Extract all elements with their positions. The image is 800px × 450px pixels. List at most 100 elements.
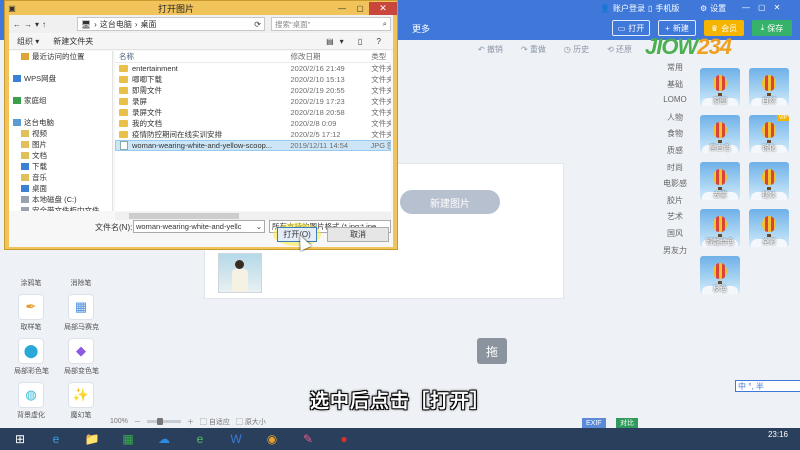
- nav-item-12[interactable]: 音乐: [9, 172, 112, 183]
- breadcrumb-this-pc[interactable]: 这台电脑: [100, 19, 132, 30]
- zoom-in-icon[interactable]: ＋: [187, 417, 194, 427]
- fit-button[interactable]: ▢ 自适应: [200, 417, 230, 427]
- actual-size-button[interactable]: ▢ 原大小: [236, 417, 266, 427]
- organize-menu[interactable]: 组织 ▾: [17, 36, 39, 47]
- tool-3[interactable]: ✒ 取样笔: [14, 294, 48, 334]
- filter-thumb-4[interactable]: VIP 锐化: [749, 115, 789, 163]
- tool-5[interactable]: ⬤ 局部彩色笔: [14, 338, 49, 378]
- taskbar-app-7[interactable]: W: [224, 430, 248, 448]
- nav-item-1[interactable]: 最近访问的位置: [9, 51, 112, 62]
- nav-item-5[interactable]: 家庭组: [9, 95, 112, 106]
- taskbar-app-1[interactable]: ⊞: [8, 430, 32, 448]
- breadcrumb-desktop[interactable]: 桌面: [141, 19, 157, 30]
- settings-link[interactable]: ⚙ 设置: [700, 3, 726, 14]
- scrollbar-thumb[interactable]: [129, 213, 239, 219]
- zoom-out-icon[interactable]: －: [134, 417, 141, 427]
- filter-category-12[interactable]: 男友力: [655, 245, 695, 256]
- nav-item-13[interactable]: 桌面: [9, 183, 112, 194]
- nav-item-15[interactable]: 安全带文件柜中文件: [9, 205, 112, 211]
- filter-category-3[interactable]: LOMO: [655, 95, 695, 104]
- search-input[interactable]: 搜索"桌面" ⌕: [271, 17, 391, 31]
- history-button[interactable]: ◷ 历史: [564, 44, 589, 55]
- chevron-down-icon[interactable]: ⌄: [254, 222, 264, 231]
- nav-item-7[interactable]: 这台电脑: [9, 117, 112, 128]
- new-image-button[interactable]: 新建图片: [400, 190, 500, 214]
- taskbar-app-10[interactable]: ●: [332, 430, 356, 448]
- new-folder-button[interactable]: 新建文件夹: [53, 36, 93, 47]
- filter-thumb-2[interactable]: 自然: [749, 68, 789, 116]
- mobile-link[interactable]: ▯ 手机版: [648, 3, 679, 14]
- cancel-button[interactable]: 取消: [327, 227, 389, 242]
- filter-category-4[interactable]: 人物: [655, 112, 695, 123]
- filter-thumb-3[interactable]: 黑白色: [700, 115, 740, 163]
- column-name[interactable]: 名称: [115, 51, 290, 62]
- more-menu[interactable]: 更多: [412, 22, 430, 35]
- save-button[interactable]: ⤓ 保存: [752, 20, 792, 36]
- file-row-1[interactable]: entertainment 2020/2/16 21:49 文件夹: [115, 63, 391, 74]
- file-row-3[interactable]: 即需文件 2020/2/19 20:55 文件夹: [115, 85, 391, 96]
- taskbar-app-9[interactable]: ✎: [296, 430, 320, 448]
- filter-thumb-6[interactable]: 褪淡: [749, 162, 789, 210]
- exif-button[interactable]: EXIF: [582, 418, 606, 428]
- image-thumbnail[interactable]: [218, 253, 262, 293]
- back-icon[interactable]: ←: [13, 20, 21, 29]
- nav-item-9[interactable]: 图片: [9, 139, 112, 150]
- filter-thumb-1[interactable]: 原图: [700, 68, 740, 116]
- redo-button[interactable]: ↷ 重做: [521, 44, 546, 55]
- filter-thumb-7[interactable]: 智能绘色: [700, 209, 740, 257]
- taskbar-app-2[interactable]: e: [44, 430, 68, 448]
- filter-thumb-9[interactable]: 反色: [700, 256, 740, 304]
- dialog-minimize-button[interactable]: —: [333, 2, 351, 14]
- file-row-4[interactable]: 录屏 2020/2/19 17:23 文件夹: [115, 96, 391, 107]
- file-row-8[interactable]: woman-wearing-white-and-yellow-scoop... 2…: [115, 140, 391, 151]
- account-login-link[interactable]: 👤 账户登录: [600, 3, 645, 14]
- filter-category-8[interactable]: 电影感: [655, 178, 695, 189]
- taskbar-app-5[interactable]: ☁: [152, 430, 176, 448]
- compare-button[interactable]: 对比: [616, 418, 638, 428]
- file-row-2[interactable]: 唧唧下载 2020/2/10 15:13 文件夹: [115, 74, 391, 85]
- tool-1[interactable]: ✏涂鸦笔: [14, 250, 48, 290]
- filter-category-9[interactable]: 胶片: [655, 195, 695, 206]
- nav-item-10[interactable]: 文档: [9, 150, 112, 161]
- address-bar[interactable]: 🖥 › 这台电脑 › 桌面 ⟳: [77, 17, 265, 31]
- recent-dropdown-icon[interactable]: ▾: [35, 20, 39, 29]
- refresh-icon[interactable]: ⟳: [254, 20, 264, 29]
- dialog-close-button[interactable]: ✕: [369, 1, 397, 15]
- tool-6[interactable]: ◆ 局部变色笔: [64, 338, 99, 378]
- up-icon[interactable]: ↑: [42, 20, 46, 29]
- minimize-icon[interactable]: —: [742, 3, 750, 12]
- nav-item-11[interactable]: 下载: [9, 161, 112, 172]
- dialog-maximize-button[interactable]: ▢: [351, 2, 369, 14]
- tool-4[interactable]: ▦ 局部马赛克: [64, 294, 99, 334]
- taskbar-app-4[interactable]: ▦: [116, 430, 140, 448]
- nav-item-8[interactable]: 视频: [9, 128, 112, 139]
- view-icons[interactable]: ▤▾ ▯ ?: [326, 37, 393, 46]
- filter-category-2[interactable]: 基础: [655, 79, 695, 90]
- taskbar-app-8[interactable]: ◉: [260, 430, 284, 448]
- tool-2[interactable]: ✖消除笔: [64, 250, 98, 290]
- filter-category-5[interactable]: 食物: [655, 128, 695, 139]
- file-row-7[interactable]: 疫情防控期间在线实训安排 2020/2/5 17:12 文件夹: [115, 129, 391, 140]
- taskbar-app-6[interactable]: e: [188, 430, 212, 448]
- filename-input[interactable]: woman-wearing-white-and-yellc ⌄: [133, 220, 265, 233]
- filter-category-1[interactable]: 常用: [655, 62, 695, 73]
- filter-category-7[interactable]: 时尚: [655, 162, 695, 173]
- zoom-slider-handle[interactable]: [156, 418, 163, 425]
- column-date[interactable]: 修改日期: [290, 51, 371, 62]
- column-type[interactable]: 类型: [371, 51, 391, 62]
- nav-item-14[interactable]: 本地磁盘 (C:): [9, 194, 112, 205]
- maximize-icon[interactable]: ▢: [758, 3, 766, 12]
- file-row-5[interactable]: 录屏文件 2020/2/18 20:58 文件夹: [115, 107, 391, 118]
- restore-button[interactable]: ⟲ 还原: [607, 44, 632, 55]
- file-row-6[interactable]: 我的文档 2020/2/8 0:09 文件夹: [115, 118, 391, 129]
- filter-category-6[interactable]: 质感: [655, 145, 695, 156]
- hand-drag-icon[interactable]: 拖: [477, 338, 507, 364]
- filter-thumb-5[interactable]: 去雾: [700, 162, 740, 210]
- filter-thumb-8[interactable]: 全彩: [749, 209, 789, 257]
- filter-category-11[interactable]: 国风: [655, 228, 695, 239]
- filter-category-10[interactable]: 艺术: [655, 211, 695, 222]
- forward-icon[interactable]: →: [24, 20, 32, 29]
- undo-button[interactable]: ↶ 撤销: [478, 44, 503, 55]
- horizontal-scrollbar[interactable]: [115, 212, 391, 220]
- zoom-slider[interactable]: [146, 418, 181, 425]
